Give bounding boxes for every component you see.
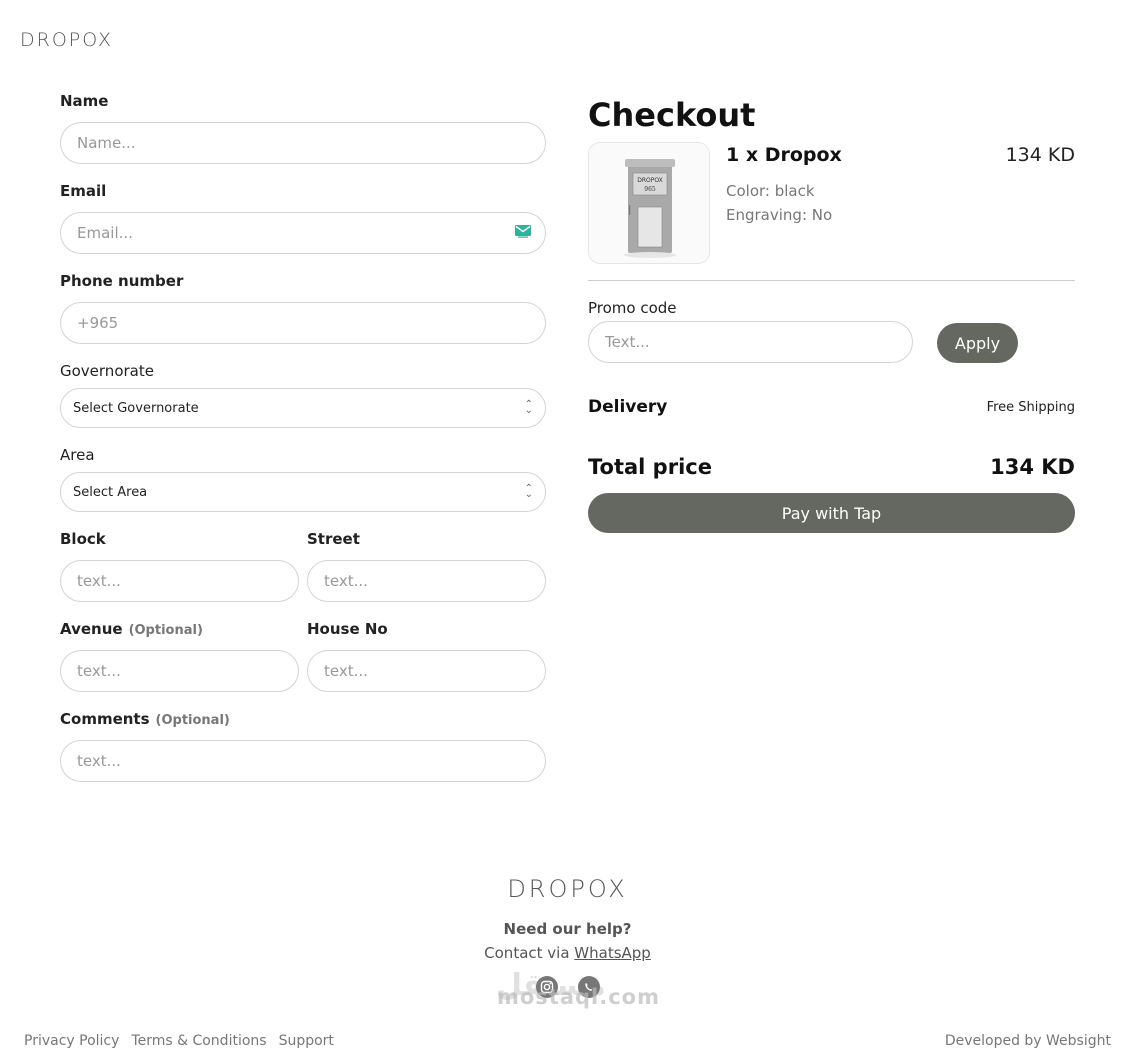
divider (588, 280, 1075, 281)
address-form: Name Name... Email Email... Phone number… (60, 90, 546, 798)
comments-label-text: Comments (60, 710, 150, 728)
total-row: Total price 134 KD (588, 455, 1075, 479)
governorate-select[interactable]: Select Governorate ⌃ ⌄ (60, 388, 546, 428)
item-engraving: Engraving: No (726, 206, 833, 224)
brand-logo[interactable]: DROPOX (20, 29, 113, 51)
house-label: House No (307, 620, 388, 638)
whatsapp-link[interactable]: WhatsApp (574, 944, 651, 962)
block-input[interactable]: text... (60, 560, 299, 602)
dropox-box-image: DROPOX 965 (589, 143, 709, 263)
privacy-link[interactable]: Privacy Policy (24, 1033, 119, 1049)
avenue-label: Avenue (Optional) (60, 618, 299, 640)
area-label: Area (60, 446, 95, 464)
delivery-value: Free Shipping (986, 399, 1075, 415)
contact-prefix: Contact via (484, 944, 575, 962)
phone-input[interactable]: +965 (60, 302, 546, 344)
updown-chevron-icon: ⌃ ⌄ (524, 399, 533, 416)
help-heading: Need our help? (503, 920, 632, 938)
street-label: Street (307, 530, 360, 548)
email-group: Email Email... (60, 180, 546, 254)
checkout-panel: Checkout DROPOX 965 1 x Dropox 134 KD Co… (588, 96, 1075, 533)
area-select[interactable]: Select Area ⌃ ⌄ (60, 472, 546, 512)
promo-row: Text... Apply (588, 321, 1075, 365)
checkout-title: Checkout (588, 96, 756, 134)
footer-logo[interactable]: DROPOX (0, 875, 1135, 903)
watermark: mostaql.com (497, 985, 660, 1009)
item-color: Color: black (726, 182, 815, 200)
developed-by[interactable]: Developed by Websight (945, 1033, 1111, 1049)
avenue-label-text: Avenue (60, 620, 123, 638)
updown-chevron-icon: ⌃ ⌄ (524, 483, 533, 500)
governorate-value: Select Governorate (73, 400, 199, 416)
promo-input[interactable]: Text... (588, 321, 913, 363)
house-input[interactable]: text... (307, 650, 546, 692)
mail-icon (515, 225, 531, 238)
terms-link[interactable]: Terms & Conditions (131, 1033, 266, 1049)
total-label: Total price (588, 455, 712, 479)
total-value: 134 KD (990, 455, 1075, 479)
name-group: Name Name... (60, 90, 546, 164)
cart-item: DROPOX 965 1 x Dropox 134 KD Color: blac… (588, 142, 1075, 264)
avenue-input[interactable]: text... (60, 650, 299, 692)
item-price: 134 KD (1005, 144, 1075, 166)
comments-group: Comments (Optional) text... (60, 708, 546, 782)
optional-tag: (Optional) (128, 623, 203, 638)
delivery-row: Delivery Free Shipping (588, 397, 1075, 417)
block-street-row: Block text... Street text... (60, 528, 546, 602)
comments-input[interactable]: text... (60, 740, 546, 782)
block-label: Block (60, 530, 106, 548)
governorate-label: Governorate (60, 362, 154, 380)
apply-button[interactable]: Apply (937, 323, 1018, 363)
area-group: Area Select Area ⌃ ⌄ (60, 444, 546, 512)
image-label-number: 965 (644, 186, 656, 193)
item-name: 1 x Dropox (726, 144, 842, 166)
footer-links: Privacy Policy Terms & Conditions Suppor… (24, 1033, 334, 1049)
street-input[interactable]: text... (307, 560, 546, 602)
image-label-brand: DROPOX (637, 177, 663, 184)
promo-label: Promo code (588, 299, 677, 317)
comments-label: Comments (Optional) (60, 708, 546, 730)
contact-line: Contact via WhatsApp (0, 944, 1135, 962)
name-input[interactable]: Name... (60, 122, 546, 164)
product-image: DROPOX 965 (588, 142, 710, 264)
email-label: Email (60, 182, 107, 200)
name-label: Name (60, 92, 109, 110)
phone-group: Phone number +965 (60, 270, 546, 344)
area-value: Select Area (73, 484, 148, 500)
support-link[interactable]: Support (279, 1033, 334, 1049)
pay-button[interactable]: Pay with Tap (588, 493, 1075, 533)
governorate-group: Governorate Select Governorate ⌃ ⌄ (60, 360, 546, 428)
email-input[interactable]: Email... (60, 212, 546, 254)
optional-tag: (Optional) (155, 713, 230, 728)
delivery-label: Delivery (588, 397, 668, 417)
avenue-house-row: Avenue (Optional) text... House No text..… (60, 618, 546, 692)
phone-label: Phone number (60, 272, 184, 290)
